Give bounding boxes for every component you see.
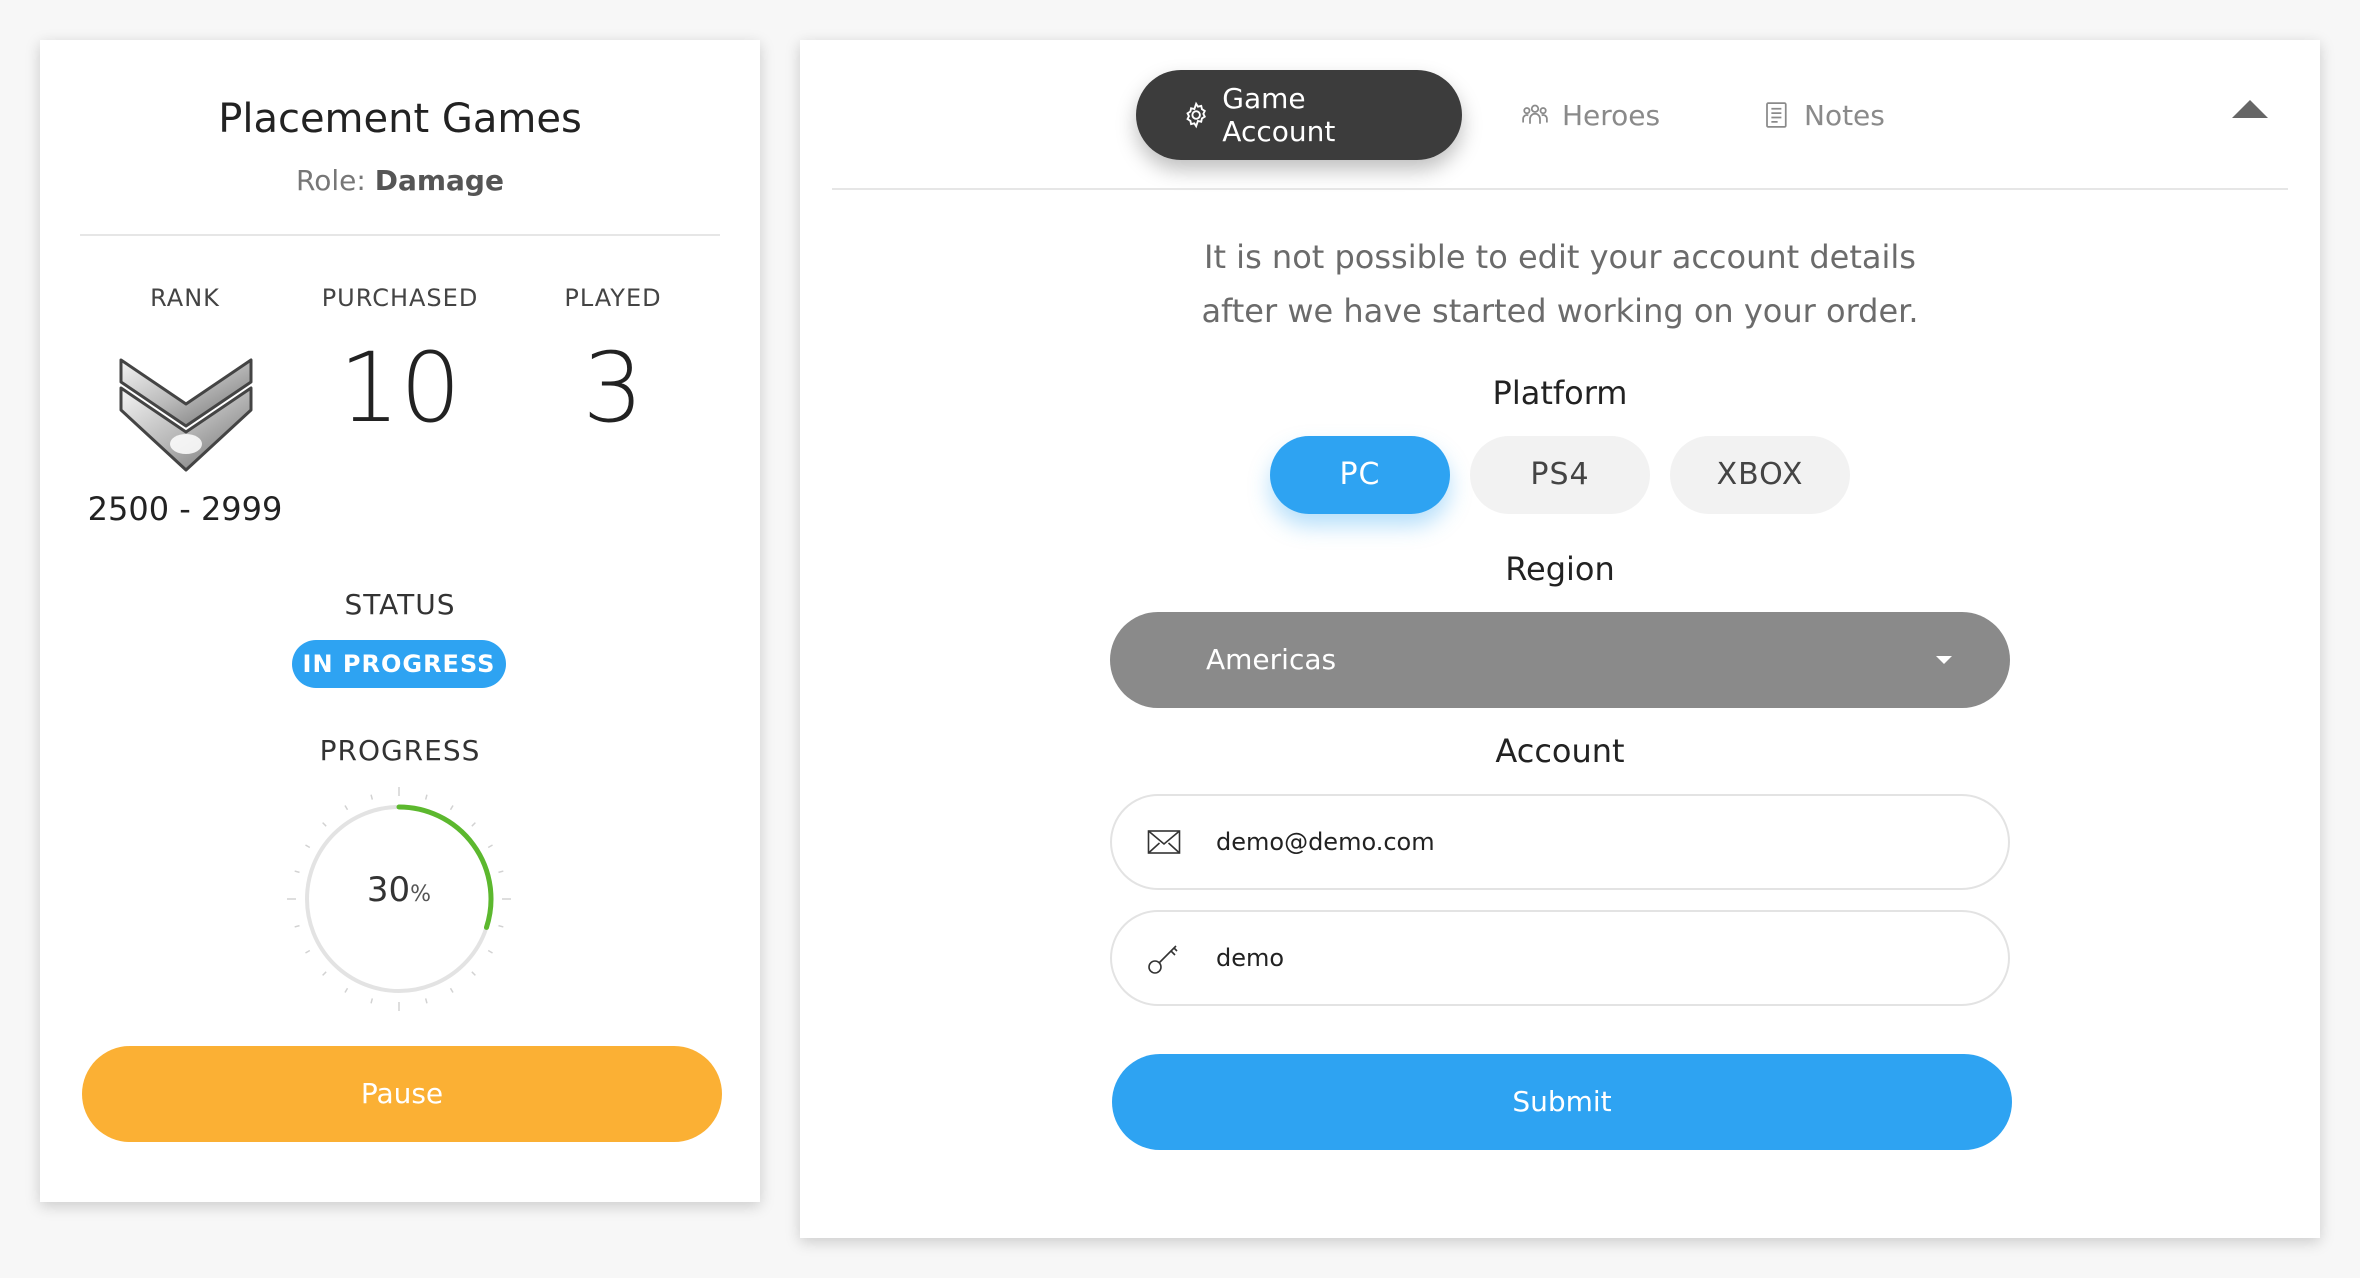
played-value: 3 (582, 332, 644, 444)
progress-unit: % (410, 882, 432, 907)
region-value: Americas (1206, 643, 1337, 676)
platform-xbox-button[interactable]: XBOX (1670, 436, 1850, 514)
gauge-tick (471, 822, 476, 827)
gear-icon (1186, 101, 1206, 129)
password-input[interactable] (1216, 944, 1916, 972)
role-line: Role: Damage (40, 164, 760, 197)
gauge-tick (305, 844, 311, 849)
gauge-tick (424, 794, 428, 800)
gauge-tick (471, 971, 476, 976)
caret-down-icon (1936, 656, 1952, 664)
pause-button[interactable]: Pause (82, 1046, 722, 1142)
gauge-tick (370, 794, 374, 800)
card-title: Placement Games (218, 96, 582, 142)
gauge-tick (305, 949, 311, 954)
platform-pc-button[interactable]: PC (1270, 436, 1450, 514)
progress-readout: 30% (286, 870, 512, 910)
rank-range: 2500 - 2999 (87, 490, 283, 528)
rank-badge-icon (119, 358, 253, 472)
key-icon (1112, 940, 1216, 976)
caret-up-icon[interactable] (2232, 100, 2268, 118)
divider (832, 188, 2288, 190)
tab-label: Notes (1804, 98, 1885, 132)
gauge-tick (370, 998, 374, 1004)
region-label: Region (1505, 550, 1615, 588)
tab-game-account[interactable]: Game Account (1136, 70, 1462, 160)
played-label: PLAYED (564, 284, 662, 312)
tab-label: Game Account (1222, 82, 1336, 148)
progress-value: 30 (366, 870, 411, 910)
submit-button[interactable]: Submit (1112, 1054, 2012, 1150)
tab-label: Heroes (1562, 98, 1661, 132)
status-badge: IN PROGRESS (292, 640, 506, 688)
platform-label: Platform (1492, 374, 1628, 412)
role-label: Role: (296, 164, 366, 197)
rank-label: RANK (150, 284, 220, 312)
gauge-tick (322, 971, 327, 976)
platform-ps4-button[interactable]: PS4 (1470, 436, 1650, 514)
email-input[interactable] (1216, 828, 1916, 856)
tab-notes[interactable]: Notes (1762, 70, 1885, 160)
gauge-tick (487, 949, 493, 954)
email-field[interactable] (1110, 794, 2010, 890)
password-field[interactable] (1110, 910, 2010, 1006)
edit-notice: It is not possible to edit your account … (1201, 238, 1919, 330)
gauge-tick (487, 844, 493, 849)
gauge-tick (322, 822, 327, 827)
gauge-tick (498, 924, 504, 928)
placement-summary-card: Placement Games Role: Damage RANK PURCHA… (40, 40, 760, 1202)
order-details-card: Game Account Heroes Notes It is not poss… (800, 40, 2320, 1238)
gauge-tick (294, 924, 300, 928)
region-select[interactable]: Americas (1110, 612, 2010, 708)
people-icon (1522, 104, 1548, 124)
tab-heroes[interactable]: Heroes (1520, 70, 1660, 160)
gauge-tick (344, 805, 349, 811)
role-value: Damage (374, 164, 504, 197)
gauge-tick (344, 987, 349, 993)
gauge-tick (449, 805, 454, 811)
gauge-tick (449, 987, 454, 993)
divider (80, 234, 720, 236)
purchased-value: 10 (338, 332, 462, 444)
gauge-tick (424, 998, 428, 1004)
tab-bar: Game Account Heroes Notes (800, 70, 2320, 160)
progress-label: PROGRESS (319, 734, 481, 767)
purchased-label: PURCHASED (321, 284, 479, 312)
status-label: STATUS (344, 588, 456, 621)
document-icon (1766, 102, 1787, 128)
account-label: Account (1495, 732, 1625, 770)
envelope-icon (1112, 829, 1216, 855)
